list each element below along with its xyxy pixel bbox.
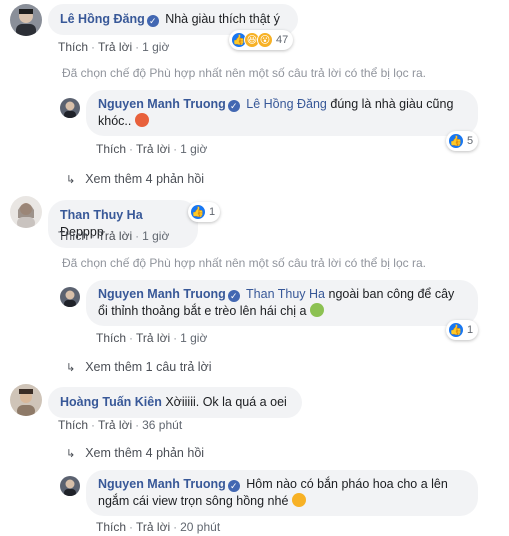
reply-text-line1: đúng là nhà giàu cũng	[330, 97, 454, 111]
wow-reaction-icon: 😮	[257, 32, 273, 48]
like-link[interactable]: Thích	[58, 40, 88, 54]
comment-actions: Thích · Trả lời · 36 phút	[58, 418, 183, 432]
reply-text-line1: ngoài ban công để cây	[328, 287, 455, 301]
reaction-summary[interactable]: 👍 5	[446, 131, 479, 151]
angry-emoji-icon	[134, 113, 149, 127]
reaction-count: 1	[467, 324, 474, 336]
commenter-name[interactable]: Hoàng Tuấn Kiên	[60, 395, 162, 409]
reply-actions: Thích · Trả lời · 1 giờ	[96, 331, 208, 345]
avatar[interactable]	[10, 384, 42, 416]
reply-bubble: Nguyen Manh Truong ✓ Than Thuy Ha ngoài b…	[86, 280, 478, 326]
avatar[interactable]	[10, 4, 42, 36]
like-link[interactable]: Thích	[58, 229, 88, 243]
verified-icon: ✓	[146, 15, 159, 27]
comment-bubble: Hoàng Tuấn Kiên Xờiiiii. Ok la quá a oei	[48, 387, 302, 418]
reaction-count: 1	[209, 206, 216, 218]
view-more-replies[interactable]: ↳ Xem thêm 1 câu trả lời	[66, 360, 212, 374]
reply-arrow-icon: ↳	[66, 174, 76, 186]
mention-tag[interactable]: Than Thuy Ha	[246, 287, 325, 301]
comment-text: Nhà giàu thích thật ý	[165, 12, 280, 26]
verified-icon: ✓	[227, 100, 240, 112]
avatar[interactable]	[10, 196, 42, 228]
commenter-name[interactable]: Than Thuy Ha	[60, 208, 143, 222]
replier-name[interactable]: Nguyen Manh Truong	[98, 477, 226, 491]
comment-actions: Thích · Trả lời · 1 giờ	[58, 229, 170, 243]
filter-note: Đã chọn chế độ Phù hợp nhất nên một số c…	[62, 66, 426, 80]
reply-text-line2: khóc..	[98, 114, 132, 128]
reply-link[interactable]: Trả lời	[136, 520, 170, 534]
like-link[interactable]: Thích	[96, 520, 126, 534]
reply-actions: Thích · Trả lời · 1 giờ	[96, 142, 208, 156]
reaction-count: 47	[276, 34, 289, 46]
reply-text-line2: ổi thỉnh thoảng bắt e trèo lên hái chị a	[98, 304, 307, 318]
commenter-name[interactable]: Lê Hồng Đăng	[60, 12, 145, 26]
timestamp[interactable]: 1 giờ	[142, 229, 169, 243]
like-link[interactable]: Thích	[58, 418, 88, 432]
reaction-summary[interactable]: 👍 1	[446, 320, 479, 340]
reaction-summary[interactable]: 👍 1	[188, 202, 221, 222]
timestamp[interactable]: 1 giờ	[180, 142, 207, 156]
verified-icon: ✓	[227, 480, 240, 492]
sunglasses-emoji-icon	[291, 493, 306, 507]
reply-link[interactable]: Trả lời	[98, 40, 132, 54]
view-more-replies[interactable]: ↳ Xem thêm 4 phản hồi	[66, 172, 204, 186]
like-reaction-icon: 👍	[190, 204, 206, 220]
filter-note: Đã chọn chế độ Phù hợp nhất nên một số c…	[62, 256, 426, 270]
reaction-count: 5	[467, 135, 474, 147]
reaction-summary[interactable]: 👍 😆 😮 47	[229, 30, 294, 50]
reply-link[interactable]: Trả lời	[98, 229, 132, 243]
reply-link[interactable]: Trả lời	[136, 331, 170, 345]
nauseated-emoji-icon	[309, 303, 324, 317]
reply-text-line1: Hôm nào có bắn pháo hoa cho a lên	[246, 477, 448, 491]
verified-icon: ✓	[227, 290, 240, 302]
reply-arrow-icon: ↳	[66, 448, 76, 460]
like-link[interactable]: Thích	[96, 331, 126, 345]
mention-tag[interactable]: Lê Hồng Đăng	[246, 97, 327, 111]
reply-text-line2: ngắm cái view trọn sông hồng nhé	[98, 494, 289, 508]
timestamp[interactable]: 36 phút	[142, 418, 182, 432]
reply-arrow-icon: ↳	[66, 362, 76, 374]
reply-link[interactable]: Trả lời	[98, 418, 132, 432]
reply-actions: Thích · Trả lời · 20 phút	[96, 520, 221, 534]
timestamp[interactable]: 20 phút	[180, 520, 220, 534]
replier-name[interactable]: Nguyen Manh Truong	[98, 97, 226, 111]
like-link[interactable]: Thích	[96, 142, 126, 156]
replier-name[interactable]: Nguyen Manh Truong	[98, 287, 226, 301]
reply-link[interactable]: Trả lời	[136, 142, 170, 156]
avatar[interactable]	[60, 98, 80, 118]
timestamp[interactable]: 1 giờ	[180, 331, 207, 345]
comment-text: Xờiiiii. Ok la quá a oei	[165, 395, 287, 409]
timestamp[interactable]: 1 giờ	[142, 40, 169, 54]
reply-bubble: Nguyen Manh Truong ✓ Hôm nào có bắn pháo …	[86, 470, 478, 516]
reply-bubble: Nguyen Manh Truong ✓ Lê Hồng Đăng đúng là…	[86, 90, 478, 136]
view-more-replies[interactable]: ↳ Xem thêm 4 phản hồi	[66, 446, 204, 460]
comment-actions: Thích · Trả lời · 1 giờ	[58, 40, 170, 54]
avatar[interactable]	[60, 476, 80, 496]
like-reaction-icon: 👍	[448, 322, 464, 338]
avatar[interactable]	[60, 287, 80, 307]
like-reaction-icon: 👍	[448, 133, 464, 149]
